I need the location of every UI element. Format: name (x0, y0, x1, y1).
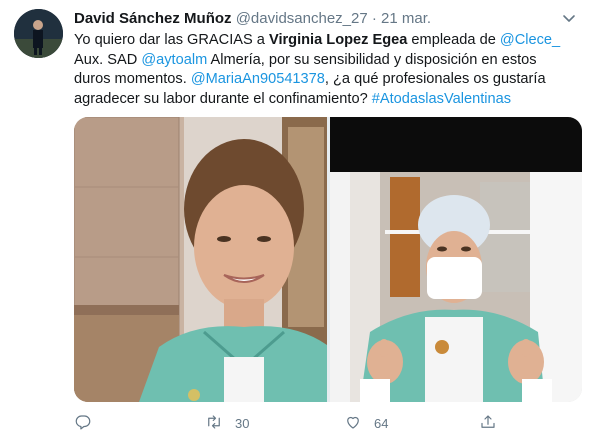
tweet[interactable]: David Sánchez Muñoz @davidsanchez_27 · 2… (0, 0, 593, 443)
retweet-count: 30 (235, 415, 250, 431)
reply-icon (74, 413, 92, 434)
mention-clece[interactable]: @Clece_ (500, 32, 560, 48)
avatar[interactable] (14, 9, 63, 58)
tweet-text: Yo quiero dar las GRACIAS a Virginia Lop… (74, 31, 574, 109)
separator-dot: · (371, 10, 377, 27)
mention-aytoalm[interactable]: @aytoalm (141, 52, 207, 68)
author-name[interactable]: David Sánchez Muñoz (74, 10, 232, 27)
mention-mariaan[interactable]: @MariaAn90541378 (191, 71, 325, 87)
like-count: 64 (374, 415, 389, 431)
tweet-text-bold: Virginia Lopez Egea (268, 32, 408, 48)
retweet-button[interactable]: 30 (205, 411, 249, 435)
chevron-down-icon[interactable] (561, 10, 577, 26)
reply-button[interactable] (74, 411, 104, 435)
share-icon (479, 413, 497, 434)
photo-woman-smiling[interactable] (74, 117, 327, 402)
heart-icon (344, 413, 362, 434)
tweet-header: David Sánchez Muñoz @davidsanchez_27 · 2… (74, 9, 431, 28)
tweet-date[interactable]: 21 mar. (381, 10, 431, 27)
hashtag-link[interactable]: #AtodaslasValentinas (372, 91, 511, 107)
tweet-text-segment: Yo quiero dar las GRACIAS a (74, 32, 269, 48)
tweet-text-segment: Aux. SAD (74, 51, 142, 68)
tweet-actions: 30 64 (74, 411, 582, 435)
author-handle[interactable]: @davidsanchez_27 (236, 10, 368, 27)
share-button[interactable] (479, 411, 509, 435)
photo-woman-mask-thumbs-up[interactable] (330, 117, 582, 402)
tweet-text-segment: empleada de (407, 32, 500, 48)
retweet-icon (205, 413, 223, 434)
tweet-media (74, 117, 582, 402)
like-button[interactable]: 64 (344, 411, 388, 435)
